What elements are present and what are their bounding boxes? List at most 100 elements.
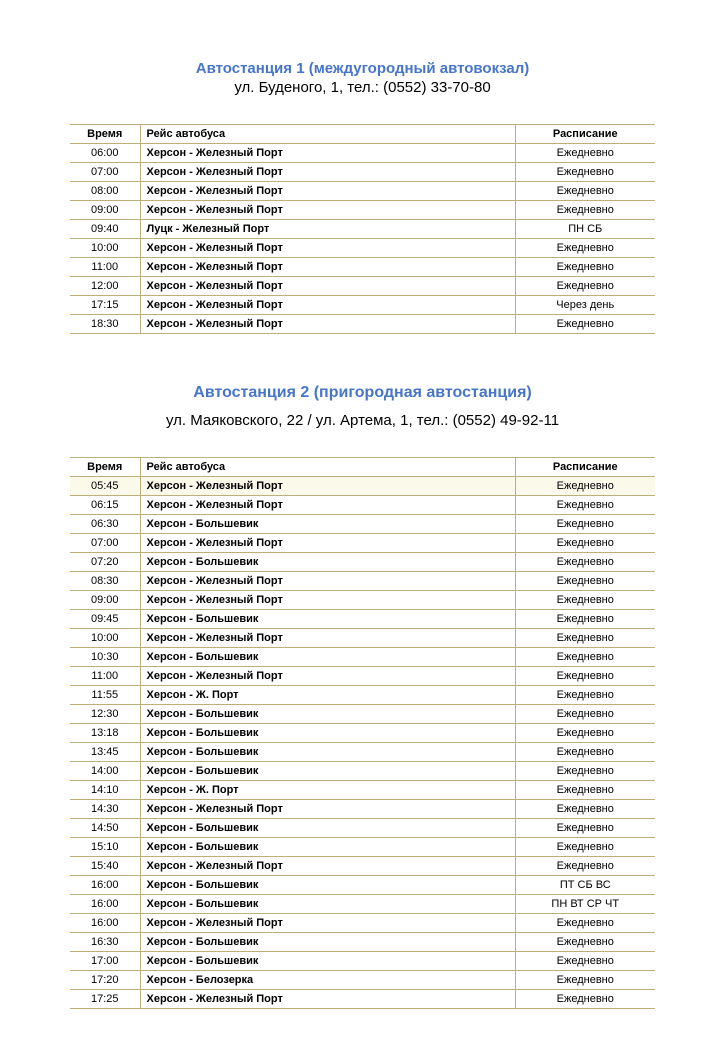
cell-route: Луцк - Железный Порт [140, 220, 515, 239]
cell-time: 16:00 [70, 914, 140, 933]
cell-route: Херсон - Железный Порт [140, 144, 515, 163]
cell-time: 17:00 [70, 952, 140, 971]
column-header-route: Рейс автобуса [140, 458, 515, 477]
station-subtitle: ул. Буденого, 1, тел.: (0552) 33-70-80 [70, 79, 655, 96]
cell-route: Херсон - Железный Порт [140, 496, 515, 515]
cell-time: 06:30 [70, 515, 140, 534]
cell-route: Херсон - Большевик [140, 876, 515, 895]
cell-schedule: Ежедневно [515, 182, 655, 201]
cell-schedule: Ежедневно [515, 781, 655, 800]
cell-route: Херсон - Железный Порт [140, 201, 515, 220]
cell-time: 05:45 [70, 477, 140, 496]
cell-route: Херсон - Большевик [140, 515, 515, 534]
cell-route: Херсон - Большевик [140, 705, 515, 724]
cell-route: Херсон - Железный Порт [140, 182, 515, 201]
table-row: 05:45Херсон - Железный ПортЕжедневно [70, 477, 655, 496]
table-row: 09:45Херсон - БольшевикЕжедневно [70, 610, 655, 629]
cell-time: 09:40 [70, 220, 140, 239]
cell-time: 10:30 [70, 648, 140, 667]
cell-schedule: Ежедневно [515, 990, 655, 1009]
station-title: Автостанция 1 (междугородный автовокзал) [70, 60, 655, 77]
cell-time: 13:45 [70, 743, 140, 762]
cell-route: Херсон - Большевик [140, 743, 515, 762]
cell-time: 08:30 [70, 572, 140, 591]
cell-route: Херсон - Большевик [140, 610, 515, 629]
column-header-route: Рейс автобуса [140, 125, 515, 144]
cell-time: 14:10 [70, 781, 140, 800]
cell-time: 06:00 [70, 144, 140, 163]
cell-schedule: ПТ СБ ВС [515, 876, 655, 895]
table-row: 09:00Херсон - Железный ПортЕжедневно [70, 201, 655, 220]
table-row: 08:00Херсон - Железный ПортЕжедневно [70, 182, 655, 201]
cell-schedule: Ежедневно [515, 686, 655, 705]
cell-schedule: ПН ВТ СР ЧТ [515, 895, 655, 914]
table-row: 07:20Херсон - БольшевикЕжедневно [70, 553, 655, 572]
cell-time: 12:30 [70, 705, 140, 724]
cell-schedule: Ежедневно [515, 201, 655, 220]
cell-route: Херсон - Большевик [140, 895, 515, 914]
station-block: Автостанция 2 (пригородная автостанция)у… [70, 384, 655, 1009]
cell-schedule: Ежедневно [515, 610, 655, 629]
table-row: 11:00Херсон - Железный ПортЕжедневно [70, 667, 655, 686]
cell-time: 10:00 [70, 239, 140, 258]
cell-route: Херсон - Железный Порт [140, 914, 515, 933]
table-row: 08:30Херсон - Железный ПортЕжедневно [70, 572, 655, 591]
cell-route: Херсон - Ж. Порт [140, 781, 515, 800]
cell-route: Херсон - Железный Порт [140, 629, 515, 648]
cell-route: Херсон - Железный Порт [140, 990, 515, 1009]
cell-schedule: Ежедневно [515, 648, 655, 667]
cell-schedule: Ежедневно [515, 838, 655, 857]
table-row: 18:30Херсон - Железный ПортЕжедневно [70, 315, 655, 334]
cell-time: 17:20 [70, 971, 140, 990]
cell-time: 09:45 [70, 610, 140, 629]
cell-time: 18:30 [70, 315, 140, 334]
cell-route: Херсон - Железный Порт [140, 591, 515, 610]
cell-time: 12:00 [70, 277, 140, 296]
cell-schedule: Ежедневно [515, 277, 655, 296]
cell-time: 15:10 [70, 838, 140, 857]
table-row: 13:45Херсон - БольшевикЕжедневно [70, 743, 655, 762]
cell-schedule: Ежедневно [515, 933, 655, 952]
cell-time: 06:15 [70, 496, 140, 515]
cell-route: Херсон - Железный Порт [140, 163, 515, 182]
cell-time: 14:00 [70, 762, 140, 781]
table-row: 14:30Херсон - Железный ПортЕжедневно [70, 800, 655, 819]
cell-time: 07:00 [70, 534, 140, 553]
column-header-time: Время [70, 458, 140, 477]
table-row: 15:40Херсон - Железный ПортЕжедневно [70, 857, 655, 876]
cell-time: 11:00 [70, 258, 140, 277]
cell-time: 16:00 [70, 895, 140, 914]
cell-schedule: Ежедневно [515, 315, 655, 334]
cell-schedule: Ежедневно [515, 762, 655, 781]
cell-schedule: Ежедневно [515, 144, 655, 163]
cell-schedule: Ежедневно [515, 819, 655, 838]
cell-time: 13:18 [70, 724, 140, 743]
cell-schedule: Ежедневно [515, 572, 655, 591]
cell-schedule: Ежедневно [515, 477, 655, 496]
table-row: 06:30Херсон - БольшевикЕжедневно [70, 515, 655, 534]
cell-time: 17:15 [70, 296, 140, 315]
cell-schedule: Ежедневно [515, 857, 655, 876]
table-row: 11:00Херсон - Железный ПортЕжедневно [70, 258, 655, 277]
cell-route: Херсон - Большевик [140, 724, 515, 743]
table-row: 17:25Херсон - Железный ПортЕжедневно [70, 990, 655, 1009]
station-block: Автостанция 1 (междугородный автовокзал)… [70, 60, 655, 334]
cell-schedule: Ежедневно [515, 667, 655, 686]
cell-time: 16:00 [70, 876, 140, 895]
cell-schedule: Через день [515, 296, 655, 315]
table-row: 12:00Херсон - Железный ПортЕжедневно [70, 277, 655, 296]
table-row: 15:10Херсон - БольшевикЕжедневно [70, 838, 655, 857]
cell-time: 08:00 [70, 182, 140, 201]
cell-time: 15:40 [70, 857, 140, 876]
cell-schedule: Ежедневно [515, 914, 655, 933]
cell-route: Херсон - Железный Порт [140, 258, 515, 277]
cell-time: 07:20 [70, 553, 140, 572]
table-row: 12:30Херсон - БольшевикЕжедневно [70, 705, 655, 724]
document-root: Автостанция 1 (междугородный автовокзал)… [70, 60, 655, 1009]
cell-time: 09:00 [70, 591, 140, 610]
cell-route: Херсон - Белозерка [140, 971, 515, 990]
cell-route: Херсон - Большевик [140, 933, 515, 952]
cell-schedule: Ежедневно [515, 952, 655, 971]
cell-route: Херсон - Большевик [140, 762, 515, 781]
cell-schedule: Ежедневно [515, 629, 655, 648]
